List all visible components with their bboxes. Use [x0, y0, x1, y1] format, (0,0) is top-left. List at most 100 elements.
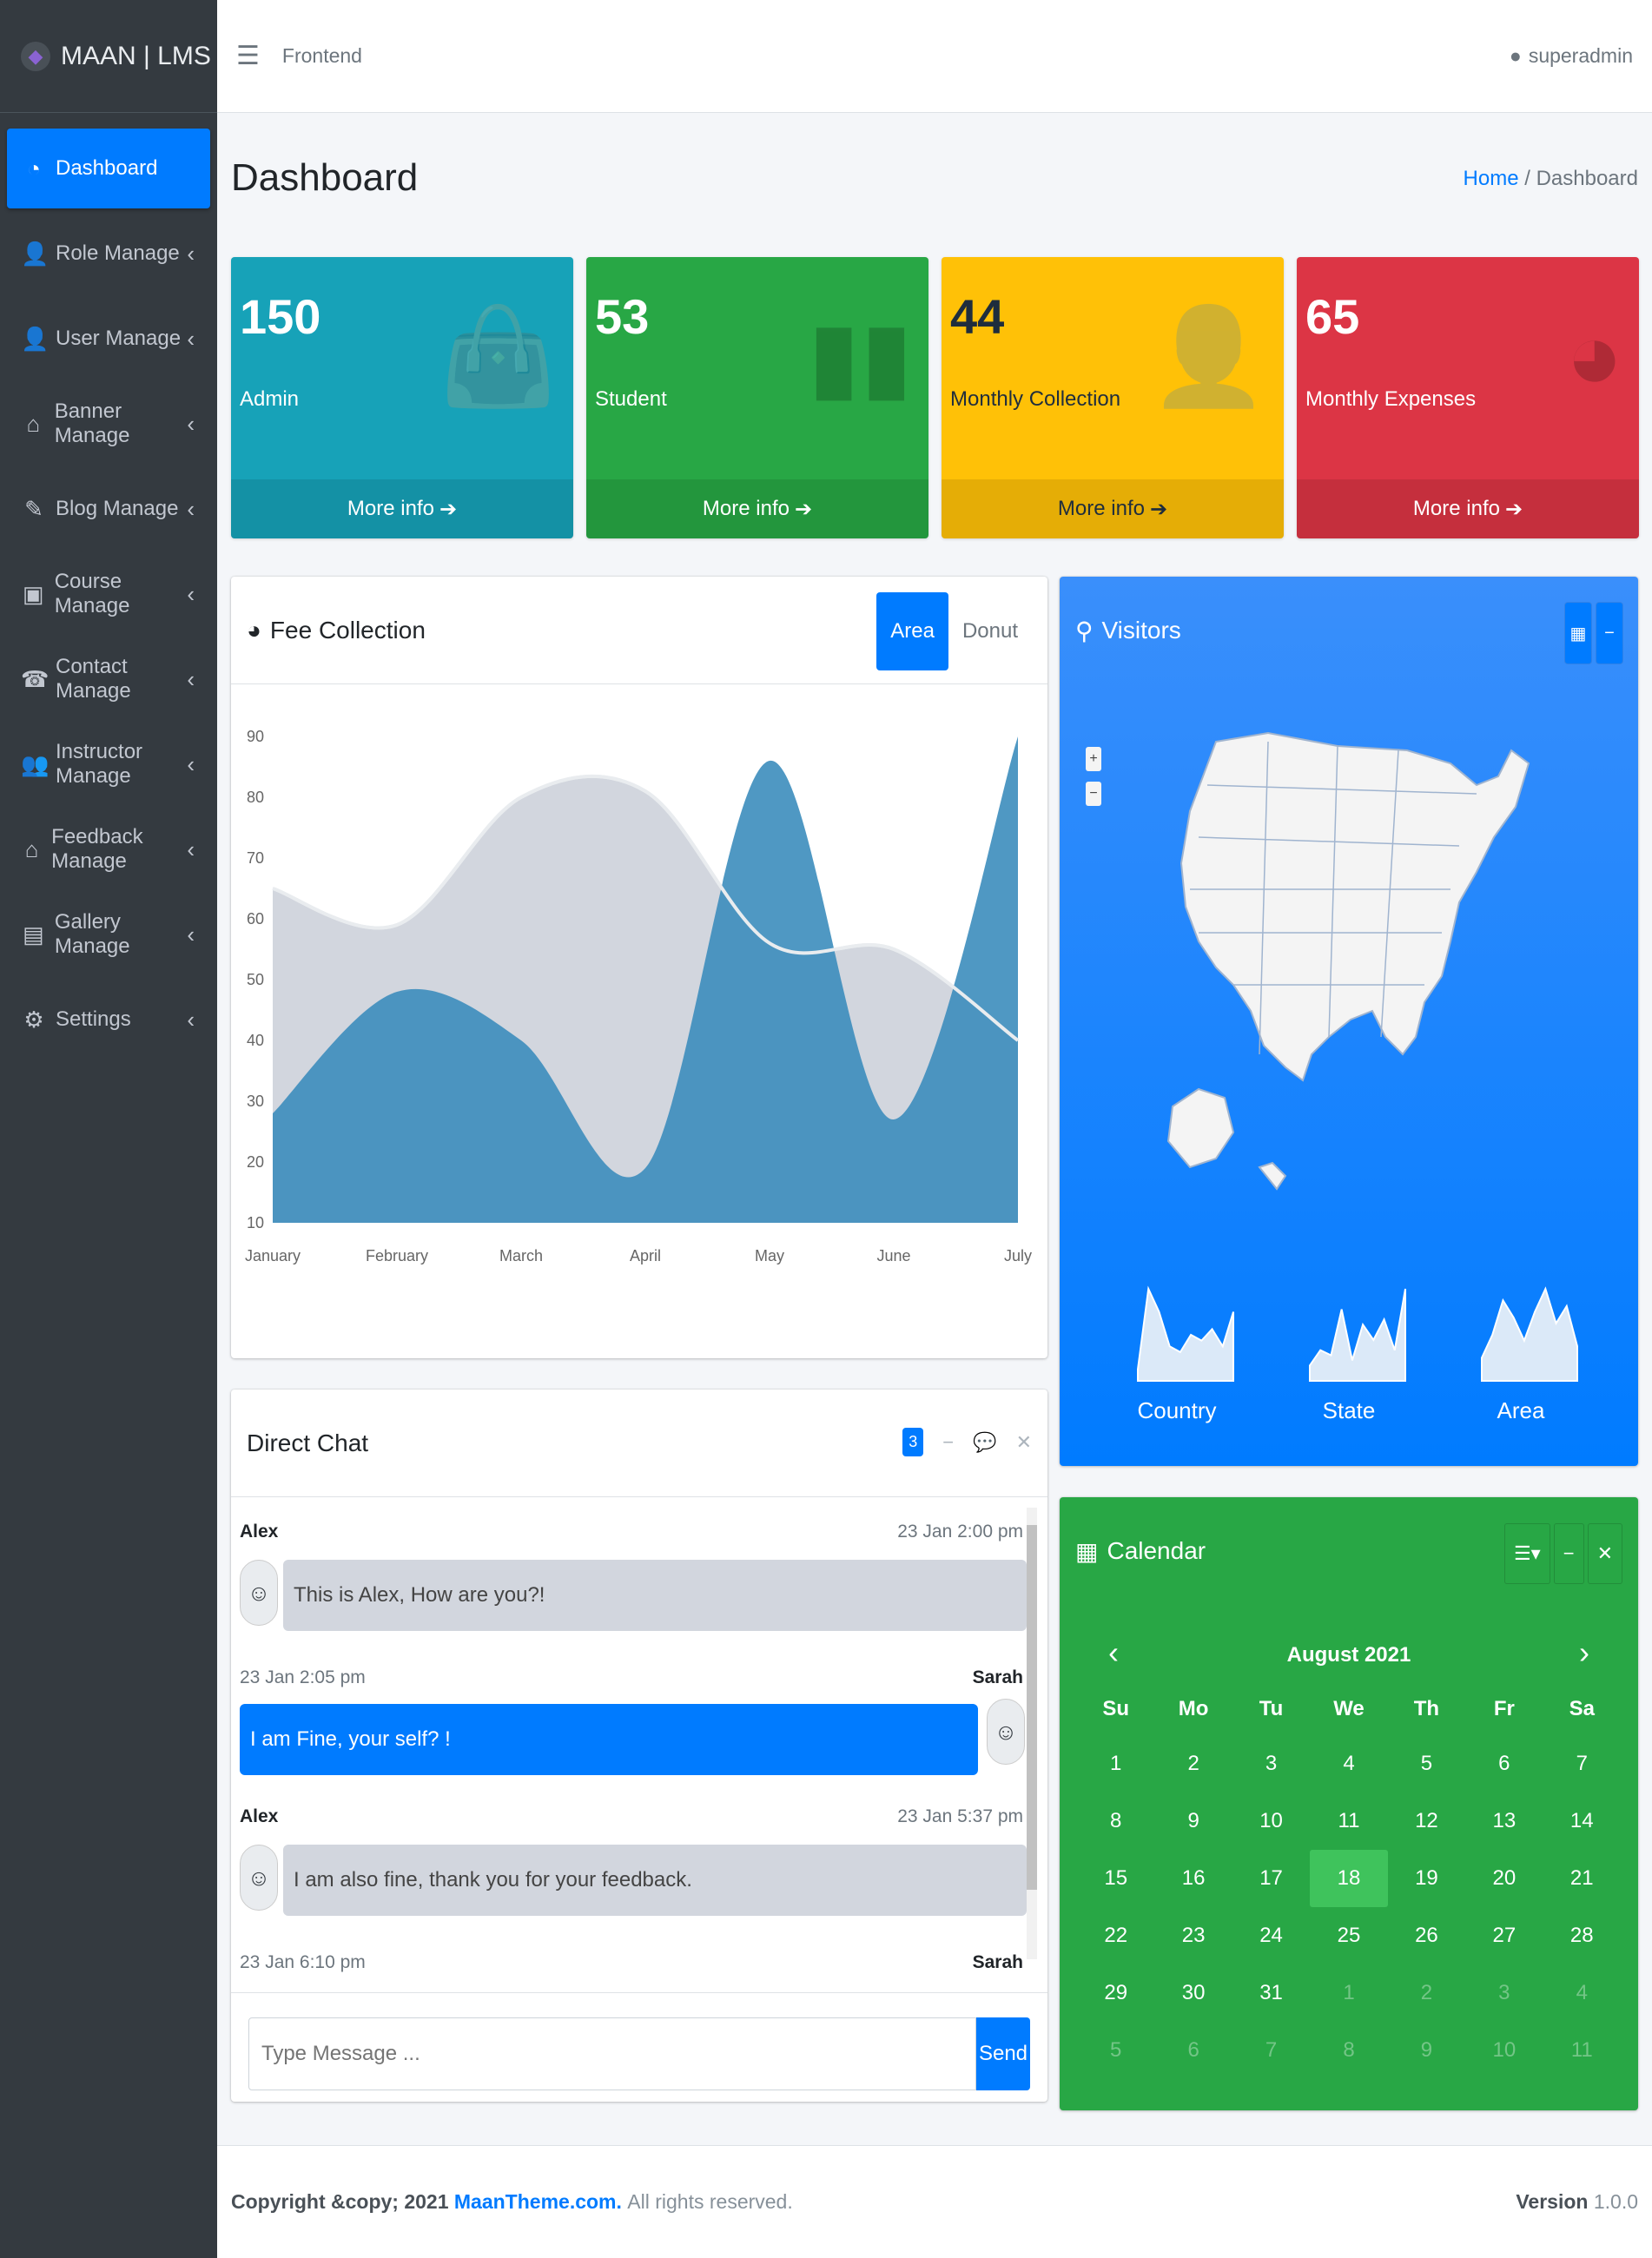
close-button[interactable]: ✕ — [1587, 1523, 1622, 1584]
card-title-text: Visitors — [1101, 617, 1181, 644]
usa-map[interactable] — [1164, 724, 1616, 1211]
sidebar-item-user-manage[interactable]: 👤 User Manage ‹ — [7, 299, 210, 379]
contacts-button[interactable]: 💬 — [973, 1431, 996, 1454]
scrollbar-thumb[interactable] — [1027, 1525, 1037, 1890]
calendar-day[interactable]: 23 — [1154, 1924, 1232, 1948]
message-input[interactable] — [248, 2017, 976, 2090]
sidebar-item-course-manage[interactable]: ▣ Course Manage ‹ — [7, 554, 210, 634]
calendar-range-button[interactable]: ▦ — [1565, 603, 1591, 664]
calendar-day[interactable]: 17 — [1232, 1866, 1310, 1891]
calendar-day[interactable]: 3 — [1232, 1752, 1310, 1776]
fee-collection-card: ◕ Fee Collection Area Donut 10 20 30 40 50 60… — [231, 577, 1047, 1358]
map-zoom-in-button[interactable]: + — [1086, 747, 1101, 771]
calendar-day[interactable]: 7 — [1232, 2038, 1310, 2063]
calendar-day[interactable]: 19 — [1388, 1866, 1465, 1891]
sidebar-item-contact-manage[interactable]: ☎ Contact Manage ‹ — [7, 639, 210, 719]
close-button[interactable]: ✕ — [1016, 1431, 1032, 1454]
calendar-day[interactable]: 26 — [1388, 1924, 1465, 1948]
calendar-day[interactable]: 10 — [1232, 1809, 1310, 1833]
card-title-text: Calendar — [1107, 1537, 1206, 1564]
calendar-day[interactable]: 4 — [1543, 1981, 1621, 2005]
user-avatar-icon: ☺ — [247, 1864, 271, 1891]
sidebar-item-instructor-manage[interactable]: 👥 Instructor Manage ‹ — [7, 724, 210, 804]
calendar-day[interactable]: 29 — [1077, 1981, 1154, 2005]
calendar-day[interactable]: 2 — [1154, 1752, 1232, 1776]
calendar-day[interactable]: 20 — [1465, 1866, 1543, 1891]
hamburger-menu-icon[interactable]: ☰ — [236, 41, 260, 71]
calendar-day[interactable]: 1 — [1310, 1981, 1387, 2005]
calendar-day[interactable]: 28 — [1543, 1924, 1621, 1948]
sparkline-area-shape — [1137, 1285, 1234, 1382]
calendar-menu-button[interactable]: ☰▾ — [1503, 1523, 1550, 1584]
calendar-day[interactable]: 3 — [1465, 1981, 1543, 2005]
course-icon: ▣ — [23, 580, 44, 607]
collapse-button[interactable]: − — [1553, 1523, 1584, 1584]
next-month-button[interactable]: › — [1579, 1634, 1589, 1671]
calendar-day[interactable]: 7 — [1543, 1752, 1621, 1776]
calendar-day[interactable]: 22 — [1077, 1924, 1154, 1948]
sidebar-item-role-manage[interactable]: 👤 Role Manage ‹ — [7, 214, 210, 294]
collapse-button[interactable]: − — [942, 1431, 954, 1454]
calendar-nav: ‹ August 2021 › — [1060, 1627, 1638, 1680]
calendar-day[interactable]: 9 — [1154, 1809, 1232, 1833]
sidebar-item-banner-manage[interactable]: ⌂ Banner Manage ‹ — [7, 384, 210, 464]
calendar-day[interactable]: 14 — [1543, 1809, 1621, 1833]
tab-donut[interactable]: Donut — [948, 592, 1032, 670]
calendar-day[interactable]: 30 — [1154, 1981, 1232, 2005]
calendar-day[interactable]: 10 — [1465, 2038, 1543, 2063]
calendar-day[interactable]: 5 — [1077, 2038, 1154, 2063]
breadcrumb: Home / Dashboard — [1464, 167, 1638, 191]
card-title: ◕ Fee Collection — [247, 617, 426, 644]
calendar-day[interactable]: 1 — [1077, 1752, 1154, 1776]
bars-icon: ☰▾ — [1513, 1542, 1541, 1564]
content-header: Dashboard Home / Dashboard — [231, 148, 1638, 217]
calendar-day[interactable]: 12 — [1388, 1809, 1465, 1833]
sidebar-item-feedback-manage[interactable]: ⌂ Feedback Manage ‹ — [7, 809, 210, 889]
sparkline-label: Area — [1497, 1397, 1545, 1423]
card-title: ▦ Calendar — [1075, 1537, 1206, 1566]
calendar-day[interactable]: 24 — [1232, 1924, 1310, 1948]
calendar-day[interactable]: 11 — [1310, 1809, 1387, 1833]
send-button[interactable]: Send — [976, 2017, 1030, 2090]
calendar-day[interactable]: 8 — [1077, 1809, 1154, 1833]
user-menu[interactable]: ● superadmin — [1510, 44, 1633, 68]
more-info-link[interactable]: More info ➔ — [942, 479, 1284, 538]
calendar-day[interactable]: 27 — [1465, 1924, 1543, 1948]
more-info-label: More info — [702, 497, 790, 520]
frontend-link[interactable]: Frontend — [282, 44, 362, 68]
calendar-day[interactable]: 2 — [1388, 1981, 1465, 2005]
map-zoom-out-button[interactable]: − — [1086, 782, 1101, 806]
calendar-day[interactable]: 16 — [1154, 1866, 1232, 1891]
sidebar-item-label: Instructor Manage — [56, 740, 143, 788]
breadcrumb-home[interactable]: Home — [1464, 167, 1519, 190]
calendar-day[interactable]: 31 — [1232, 1981, 1310, 2005]
collapse-button[interactable]: − — [1596, 603, 1622, 664]
more-info-link[interactable]: More info ➔ — [231, 479, 573, 538]
tab-area[interactable]: Area — [876, 592, 948, 670]
chat-scrollbar[interactable] — [1027, 1508, 1037, 1959]
brand-link[interactable]: ◆ MAAN | LMS — [0, 0, 217, 113]
calendar-day[interactable]: 8 — [1310, 2038, 1387, 2063]
version-number: 1.0.0 — [1593, 2190, 1638, 2213]
calendar-day[interactable]: 18 — [1310, 1850, 1388, 1907]
more-info-link[interactable]: More info ➔ — [586, 479, 928, 538]
sidebar-item-blog-manage[interactable]: ✎ Blog Manage ‹ — [7, 469, 210, 549]
calendar-day[interactable]: 6 — [1154, 2038, 1232, 2063]
footer-brand-link[interactable]: MaanTheme.com. — [454, 2190, 622, 2214]
calendar-day[interactable]: 25 — [1310, 1924, 1387, 1948]
calendar-day[interactable]: 21 — [1543, 1866, 1621, 1891]
calendar-day[interactable]: 9 — [1388, 2038, 1465, 2063]
calendar-day[interactable]: 5 — [1388, 1752, 1465, 1776]
sidebar-item-gallery-manage[interactable]: ▤ Gallery Manage ‹ — [7, 895, 210, 974]
y-tick-label: 80 — [247, 789, 264, 806]
sidebar-item-dashboard[interactable]: ◔ Dashboard — [7, 129, 210, 208]
calendar-month[interactable]: August 2021 — [1060, 1643, 1638, 1667]
sidebar-item-settings[interactable]: ⚙ Settings ‹ — [7, 980, 210, 1060]
calendar-icon: ▦ — [1075, 1537, 1099, 1565]
calendar-day[interactable]: 4 — [1310, 1752, 1387, 1776]
calendar-day[interactable]: 6 — [1465, 1752, 1543, 1776]
calendar-day[interactable]: 13 — [1465, 1809, 1543, 1833]
calendar-day[interactable]: 11 — [1543, 2038, 1621, 2063]
calendar-day[interactable]: 15 — [1077, 1866, 1154, 1891]
more-info-link[interactable]: More info ➔ — [1297, 479, 1639, 538]
